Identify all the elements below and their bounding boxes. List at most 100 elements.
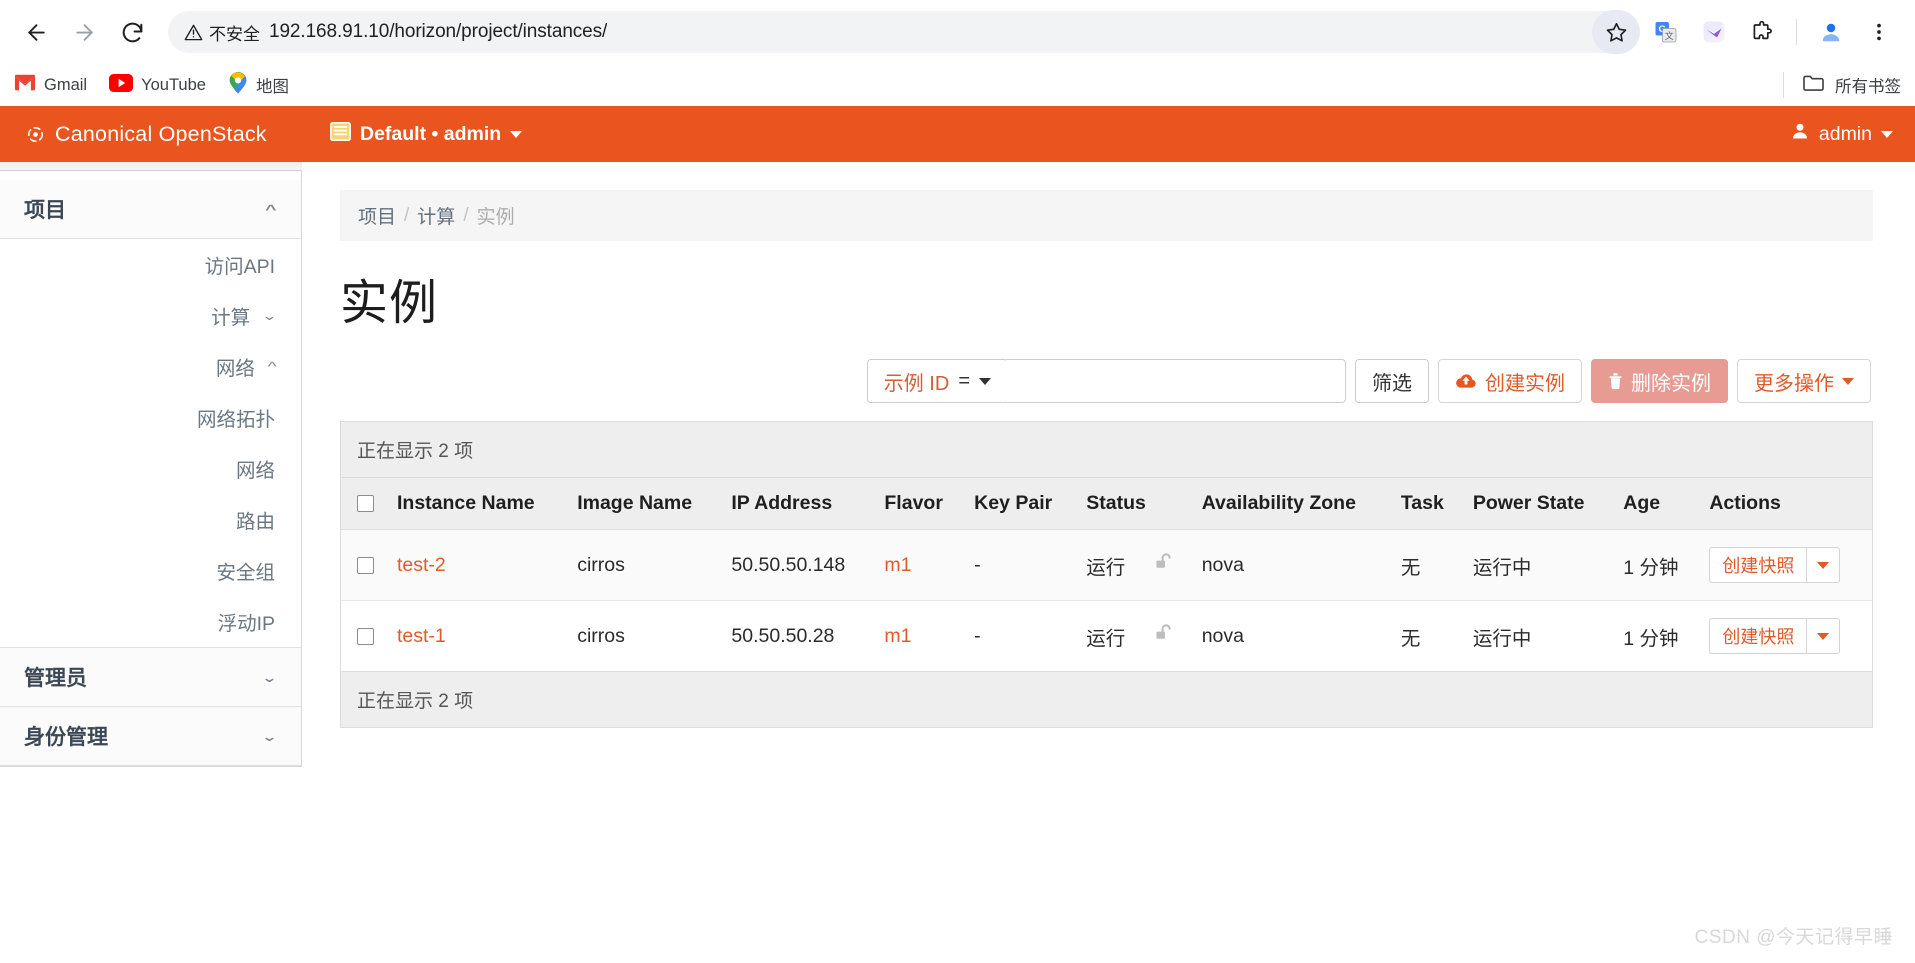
bookmark-gmail[interactable]: Gmail	[14, 74, 87, 96]
chevron-down-icon	[1842, 377, 1854, 385]
flavor-link[interactable]: m1	[884, 625, 911, 647]
brand-home-link[interactable]: Canonical OpenStack	[0, 122, 302, 147]
column-header-ip-address[interactable]: IP Address	[721, 478, 875, 530]
sidebar-group-project[interactable]: 项目 ^	[0, 180, 301, 239]
column-header-flavor[interactable]: Flavor	[874, 478, 965, 530]
cell-lock-state	[1143, 529, 1192, 601]
user-menu[interactable]: admin	[1790, 106, 1893, 162]
sidebar-item-api-access[interactable]: 访问API	[0, 239, 301, 290]
column-header-status[interactable]: Status	[1076, 478, 1192, 530]
create-instance-button[interactable]: 创建实例	[1438, 359, 1582, 403]
column-header-image-name[interactable]: Image Name	[567, 478, 722, 530]
breadcrumb-item-instances: 实例	[476, 207, 515, 228]
row-select-cell[interactable]	[341, 601, 387, 672]
sidebar-item-label: 网络拓扑	[196, 409, 275, 431]
create-snapshot-button[interactable]: 创建快照	[1709, 618, 1807, 654]
breadcrumb-separator: /	[463, 204, 469, 226]
translate-icon[interactable]: G文	[1644, 10, 1688, 54]
reload-icon[interactable]	[110, 10, 154, 54]
row-actions-dropdown-toggle[interactable]	[1806, 547, 1841, 583]
delete-instances-button[interactable]: 删除实例	[1591, 359, 1728, 403]
bookmark-label: YouTube	[141, 75, 206, 94]
chevron-down-icon	[1817, 632, 1830, 640]
bookmark-youtube[interactable]: YouTube	[109, 73, 206, 97]
chevron-down-icon	[979, 377, 991, 385]
select-all-header[interactable]	[341, 478, 387, 530]
filter-field-dropdown[interactable]: 示例 ID =	[866, 359, 1008, 403]
breadcrumb-item-compute[interactable]: 计算	[417, 202, 455, 229]
sidebar-item-compute[interactable]: 计算 ⌄	[0, 290, 301, 341]
column-header-task[interactable]: Task	[1390, 478, 1463, 530]
project-context-switcher[interactable]: Default • admin	[330, 121, 523, 147]
column-header-age[interactable]: Age	[1613, 478, 1700, 530]
bookmark-star-icon[interactable]	[1592, 10, 1640, 54]
instance-name-link[interactable]: test-1	[397, 625, 446, 647]
sidebar-item-routers[interactable]: 路由	[0, 494, 301, 545]
column-header-availability-zone[interactable]: Availability Zone	[1191, 478, 1391, 530]
svg-text:文: 文	[1665, 30, 1674, 41]
column-header-instance-name[interactable]: Instance Name	[387, 478, 568, 530]
chevron-up-icon: ^	[267, 359, 277, 374]
column-header-actions: Actions	[1699, 478, 1872, 530]
cell-image-name: cirros	[577, 624, 625, 647]
bookmark-label: Gmail	[44, 75, 88, 94]
sidebar-group-admin[interactable]: 管理员 ⌄	[0, 648, 301, 707]
bookmarks-bar: Gmail YouTube 地图 所有书签	[0, 64, 1915, 106]
bookmarks-divider	[1783, 72, 1784, 98]
row-actions-group: 创建快照	[1709, 618, 1841, 654]
sidebar-item-security-groups[interactable]: 安全组	[0, 545, 301, 596]
filter-field-label: 示例 ID	[883, 372, 950, 395]
row-checkbox[interactable]	[357, 556, 374, 574]
bookmark-maps[interactable]: 地图	[228, 71, 289, 99]
delete-instances-label: 删除实例	[1631, 372, 1711, 395]
row-checkbox[interactable]	[357, 627, 374, 645]
all-bookmarks-group[interactable]: 所有书签	[1775, 64, 1901, 106]
more-actions-button[interactable]: 更多操作	[1737, 359, 1871, 403]
unlocked-icon	[1154, 623, 1176, 643]
column-header-key-pair[interactable]: Key Pair	[964, 478, 1077, 530]
chevron-down-icon: ⌄	[261, 308, 278, 323]
breadcrumb-item-project[interactable]: 项目	[358, 202, 396, 229]
browser-chrome: 不安全 192.168.91.10/horizon/project/instan…	[0, 0, 1915, 106]
sidebar-group-identity[interactable]: 身份管理 ⌄	[0, 707, 301, 766]
chevron-up-icon: ^	[265, 201, 277, 217]
chrome-menu-icon[interactable]	[1857, 10, 1901, 54]
filter-button[interactable]: 筛选	[1355, 359, 1429, 403]
sidebar-item-label: 网络	[235, 460, 275, 482]
select-all-checkbox[interactable]	[357, 495, 374, 513]
forward-arrow-icon[interactable]	[62, 10, 106, 54]
row-actions-dropdown-toggle[interactable]	[1806, 618, 1841, 654]
extension-bird-icon[interactable]	[1692, 10, 1736, 54]
sidebar-item-label: 安全组	[216, 562, 275, 584]
toolbar-divider	[1796, 19, 1797, 45]
cell-task: 无	[1400, 627, 1421, 650]
instance-name-link[interactable]: test-2	[397, 554, 446, 576]
security-warning-indicator[interactable]: 不安全	[184, 20, 260, 45]
create-snapshot-button[interactable]: 创建快照	[1709, 547, 1807, 583]
sidebar-item-network-topology[interactable]: 网络拓扑	[0, 392, 301, 443]
openstack-topbar: Canonical OpenStack Default • admin admi…	[0, 106, 1915, 162]
extensions-puzzle-icon[interactable]	[1740, 10, 1784, 54]
cell-availability-zone: nova	[1191, 529, 1391, 601]
column-header-power-state[interactable]: Power State	[1462, 478, 1614, 530]
table-count-caption: 正在显示 2 项	[341, 422, 1872, 478]
cell-status: 运行	[1076, 529, 1144, 601]
cell-actions: 创建快照	[1699, 601, 1872, 672]
search-input[interactable]	[1006, 359, 1346, 403]
row-select-cell[interactable]	[341, 529, 387, 601]
sidebar-scroll-indicator[interactable]	[0, 162, 302, 171]
cell-power-state: 运行中	[1472, 627, 1532, 650]
sidebar-item-label: 访问API	[204, 256, 275, 278]
sidebar-item-networks[interactable]: 网络	[0, 443, 301, 494]
flavor-link[interactable]: m1	[884, 554, 911, 576]
address-bar[interactable]: 不安全 192.168.91.10/horizon/project/instan…	[168, 11, 1634, 53]
sidebar-item-network[interactable]: 网络 ^	[0, 341, 301, 392]
table-count-footer: 正在显示 2 项	[341, 671, 1872, 727]
back-arrow-icon[interactable]	[14, 10, 58, 54]
sidebar-item-label: 浮动IP	[217, 613, 275, 635]
sidebar-item-floating-ips[interactable]: 浮动IP	[0, 596, 301, 647]
cell-flavor: m1	[874, 529, 965, 601]
user-menu-label: admin	[1818, 122, 1872, 145]
profile-avatar-icon[interactable]	[1809, 10, 1853, 54]
sidebar-group-label: 身份管理	[24, 726, 108, 749]
